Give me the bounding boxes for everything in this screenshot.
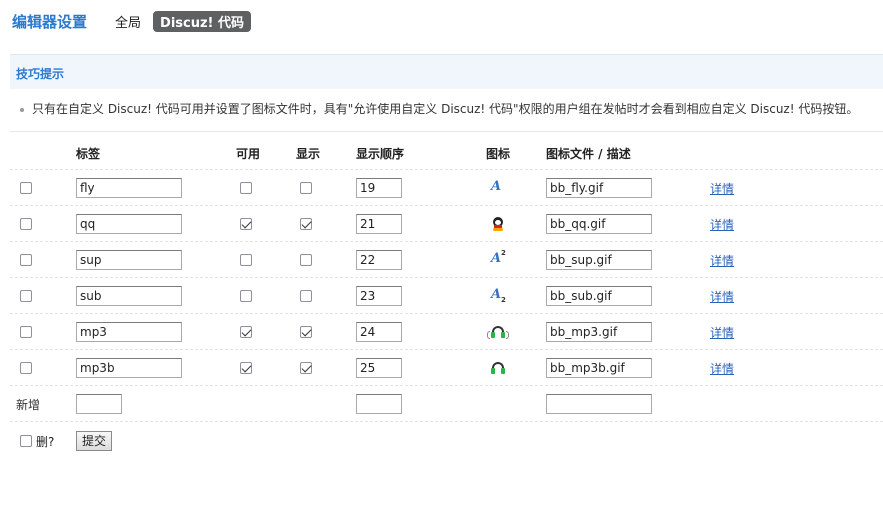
display-checkbox[interactable] [300,218,312,230]
tip-text: 只有在自定义 Discuz! 代码可用并设置了图标文件时，具有"允许使用自定义 … [32,102,859,116]
delete-all-label: 删? [36,434,55,449]
icon-file-input[interactable]: bb_mp3b.gif [546,358,652,378]
tag-input[interactable]: qq [76,214,182,234]
new-order-input[interactable] [356,394,402,414]
available-checkbox[interactable] [240,326,252,338]
detail-link[interactable]: 详情 [710,180,734,197]
headphones-icon [487,324,509,340]
new-tag-input[interactable] [76,394,122,414]
order-input[interactable]: 21 [356,214,402,234]
icon-file-input[interactable]: bb_sub.gif [546,286,652,306]
tab-discuz-code[interactable]: Discuz! 代码 [153,10,251,32]
new-row: 新增 [10,386,883,422]
headphones-icon [490,360,506,376]
detail-link[interactable]: 详情 [710,252,734,269]
order-input[interactable]: 19 [356,178,402,198]
header-available: 可用 [236,147,261,161]
table-row: mp3b 25 bb_mp3b.gif 详情 [10,350,883,386]
available-checkbox[interactable] [240,290,252,302]
tag-input[interactable]: mp3 [76,322,182,342]
new-label: 新增 [16,397,41,412]
sub-icon [490,287,506,304]
header-order: 显示顺序 [356,147,405,161]
order-input[interactable]: 23 [356,286,402,306]
sup-icon [490,249,506,268]
row-delete-checkbox[interactable] [20,182,32,194]
page-title: 编辑器设置 [12,12,88,31]
table-row: qq 21 bb_qq.gif 详情 [10,206,883,242]
display-checkbox[interactable] [300,326,312,338]
display-checkbox[interactable] [300,290,312,302]
order-input[interactable]: 22 [356,250,402,270]
table-row: mp3 24 bb_mp3.gif 详情 [10,314,883,350]
header-display: 显示 [296,147,321,161]
table-row: fly 19 bb_fly.gif 详情 [10,170,883,206]
table-header: 标签 可用 显示 显示顺序 图标 图标文件 / 描述 [10,134,883,170]
icon-file-input[interactable]: bb_fly.gif [546,178,652,198]
available-checkbox[interactable] [240,362,252,374]
available-checkbox[interactable] [240,182,252,194]
tag-input[interactable]: mp3b [76,358,182,378]
display-checkbox[interactable] [300,182,312,194]
tag-input[interactable]: sup [76,250,182,270]
new-file-input[interactable] [546,394,652,414]
row-delete-checkbox[interactable] [20,326,32,338]
tips-heading: 技巧提示 [16,67,65,81]
tag-input[interactable]: sub [76,286,182,306]
detail-link[interactable]: 详情 [710,288,734,305]
available-checkbox[interactable] [240,254,252,266]
header-icon: 图标 [486,147,511,161]
qq-icon [490,216,506,232]
display-checkbox[interactable] [300,254,312,266]
row-delete-checkbox[interactable] [20,362,32,374]
icon-file-input[interactable]: bb_qq.gif [546,214,652,234]
detail-link[interactable]: 详情 [710,216,734,233]
order-input[interactable]: 24 [356,322,402,342]
submit-button[interactable]: 提交 [76,431,113,451]
detail-link[interactable]: 详情 [710,360,734,377]
row-delete-checkbox[interactable] [20,290,32,302]
delete-all: 删? [20,430,54,452]
display-checkbox[interactable] [300,362,312,374]
available-checkbox[interactable] [240,218,252,230]
table-row: sub 23 bb_sub.gif 详情 [10,278,883,314]
header-file: 图标文件 / 描述 [546,147,631,161]
tip-item: 只有在自定义 Discuz! 代码可用并设置了图标文件时，具有"允许使用自定义 … [20,100,858,117]
table-row: sup 22 bb_sup.gif 详情 [10,242,883,278]
detail-link[interactable]: 详情 [710,324,734,341]
order-input[interactable]: 25 [356,358,402,378]
header-tag: 标签 [76,147,101,161]
codes-table: 标签 可用 显示 显示顺序 图标 图标文件 / 描述 fly 19 bb_fly.g… [10,134,883,422]
tab-global[interactable]: 全局 [115,12,141,31]
icon-file-input[interactable]: bb_sup.gif [546,250,652,270]
icon-file-input[interactable]: bb_mp3.gif [546,322,652,342]
divider [10,131,883,132]
tag-input[interactable]: fly [76,178,182,198]
bullet-icon [20,107,24,112]
delete-all-checkbox[interactable] [20,435,32,447]
row-delete-checkbox[interactable] [20,218,32,230]
fly-icon [490,179,506,196]
tips-header: 技巧提示 [10,54,883,89]
row-delete-checkbox[interactable] [20,254,32,266]
top-nav: 编辑器设置 全局 Discuz! 代码 [12,10,263,32]
